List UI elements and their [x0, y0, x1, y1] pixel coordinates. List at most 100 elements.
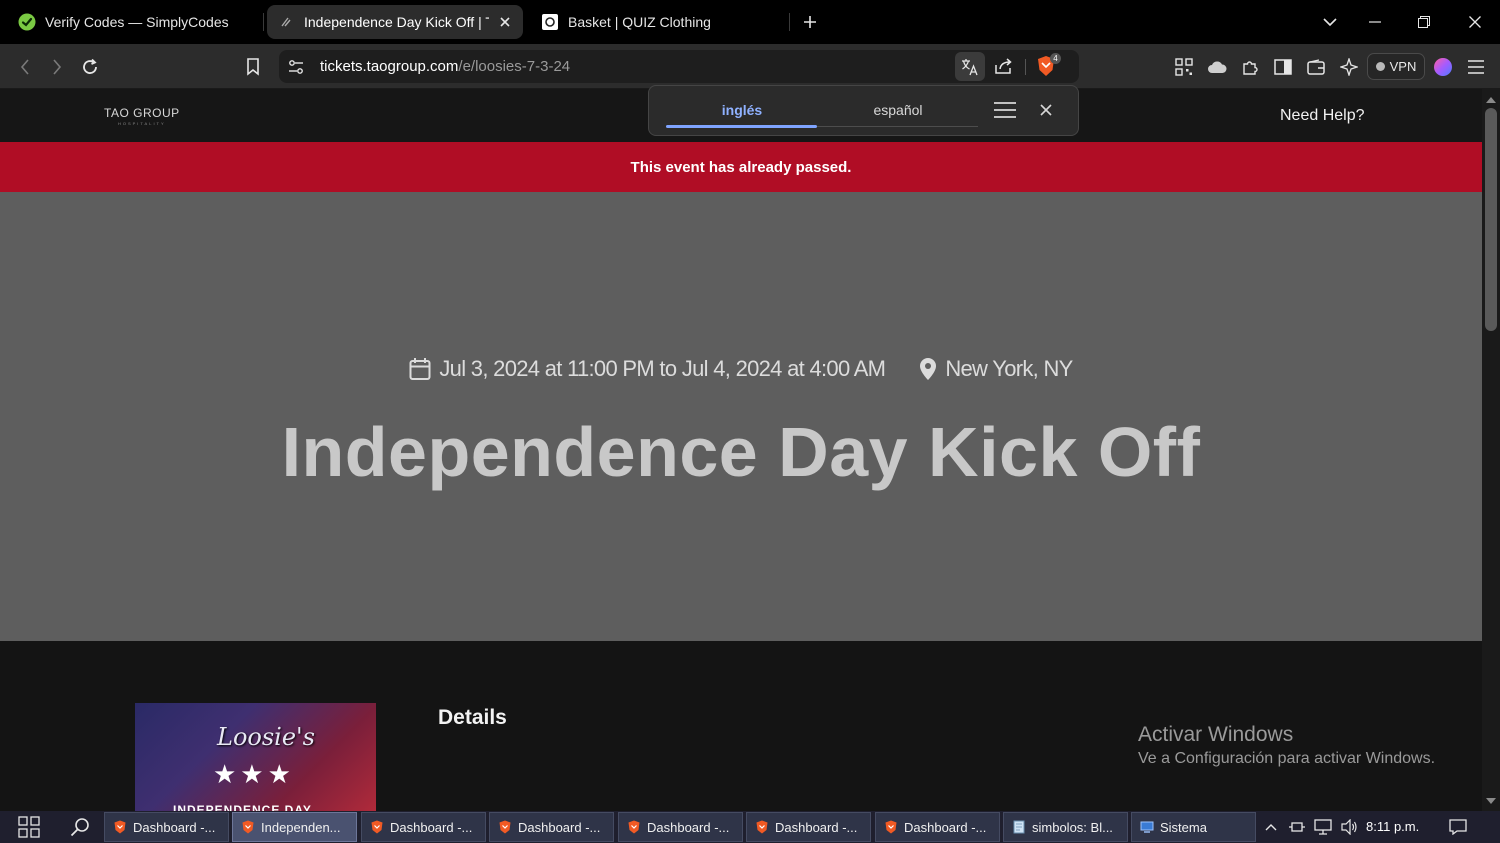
address-divider: [1025, 59, 1026, 75]
page-scrollbar[interactable]: [1482, 89, 1500, 811]
network-adapter-tray-button[interactable]: [1286, 811, 1308, 843]
translate-icon: [962, 58, 978, 75]
scrollbar-thumb[interactable]: [1485, 108, 1497, 331]
poster-script-text: Loosie's: [217, 723, 315, 751]
event-title: Independence Day Kick Off: [281, 413, 1201, 491]
scroll-down-arrow-icon[interactable]: [1486, 797, 1496, 805]
restore-button[interactable]: [1401, 0, 1447, 44]
qr-code-button[interactable]: [1169, 52, 1199, 82]
tab-divider: [263, 13, 264, 31]
banner-text: This event has already passed.: [630, 158, 852, 176]
task-view-button[interactable]: [9, 811, 49, 843]
need-help-link[interactable]: Need Help?: [1280, 107, 1365, 125]
tao-group-logo[interactable]: TAO GROUP HOSPITALITY: [104, 106, 180, 126]
minimize-icon: [1369, 21, 1381, 23]
event-hero: Jul 3, 2024 at 11:00 PM to Jul 4, 2024 a…: [0, 192, 1482, 641]
tab-close-icon[interactable]: [497, 14, 513, 30]
brave-icon: [755, 820, 769, 834]
new-tab-button[interactable]: [787, 0, 833, 44]
watermark-line-2: Ve a Configuración para activar Windows.: [1138, 750, 1436, 767]
share-icon[interactable]: [994, 57, 1014, 75]
calendar-icon: [409, 357, 431, 381]
minimize-button[interactable]: [1352, 0, 1398, 44]
event-location: New York, NY: [945, 356, 1073, 381]
brave-shields-button[interactable]: 4: [1035, 53, 1061, 79]
address-bar[interactable]: tickets.taogroup.com/e/loosies-7-3-24 4: [279, 50, 1079, 83]
taskbar-item[interactable]: Dashboard -...: [104, 812, 229, 842]
url-host: tickets.taogroup.com: [320, 58, 459, 75]
system-icon: [1140, 820, 1154, 834]
chevron-down-icon: [1323, 18, 1337, 27]
profile-button[interactable]: [1428, 52, 1458, 82]
sidebar-icon: [1274, 59, 1292, 75]
taskbar-clock[interactable]: 8:11 p.m.: [1366, 819, 1419, 834]
taskbar-item[interactable]: Independen...: [232, 812, 357, 842]
bookmark-button[interactable]: [238, 52, 268, 82]
taskbar-item[interactable]: Dashboard -...: [746, 812, 871, 842]
taskbar-item[interactable]: Sistema: [1131, 812, 1256, 842]
taskbar-item-label: Sistema: [1160, 819, 1207, 835]
bookmark-icon: [247, 58, 259, 76]
hamburger-menu-icon: [1468, 60, 1484, 74]
close-icon: [1469, 16, 1481, 28]
leo-ai-button[interactable]: [1334, 52, 1364, 82]
translate-language-spanish[interactable]: español: [823, 102, 973, 118]
vpn-button[interactable]: VPN: [1367, 53, 1425, 80]
close-window-button[interactable]: [1452, 0, 1498, 44]
sidebar-button[interactable]: [1268, 52, 1298, 82]
tab-quiz-clothing[interactable]: Basket | QUIZ Clothing: [531, 5, 781, 39]
notepad-icon: [1012, 820, 1026, 834]
brave-icon: [241, 820, 255, 834]
tab-simplycodes[interactable]: Verify Codes — SimplyCodes: [8, 5, 260, 39]
cloud-icon: [1208, 61, 1227, 73]
translate-page-button[interactable]: [955, 52, 985, 81]
speaker-icon: [1341, 819, 1357, 835]
puzzle-icon: [1243, 61, 1258, 75]
event-poster-image[interactable]: Loosie's ★★★ INDEPENDENCE DAY: [135, 703, 376, 811]
taskbar-item[interactable]: Dashboard -...: [361, 812, 486, 842]
taskbar-item-label: Dashboard -...: [390, 819, 473, 835]
arrow-left-icon: [20, 59, 29, 75]
wallet-button[interactable]: [1301, 52, 1331, 82]
forward-button[interactable]: [42, 52, 72, 82]
tab-search-button[interactable]: [1307, 0, 1353, 44]
browser-tab-strip: Verify Codes — SimplyCodes Independence …: [0, 0, 1500, 44]
reload-button[interactable]: [75, 52, 105, 82]
logo-subtext: HOSPITALITY: [117, 121, 166, 126]
scroll-up-arrow-icon[interactable]: [1486, 95, 1496, 103]
wallet-icon: [1307, 59, 1325, 75]
main-menu-button[interactable]: [1461, 52, 1491, 82]
taskbar-item-label: Dashboard -...: [775, 819, 858, 835]
translate-popup: inglés español: [648, 85, 1079, 136]
vpn-status-icon: [1375, 62, 1385, 71]
brave-icon: [627, 820, 641, 834]
cloud-extension-button[interactable]: [1202, 52, 1232, 82]
brave-icon: [370, 820, 384, 834]
tab-title: Basket | QUIZ Clothing: [568, 14, 711, 30]
taskbar-item[interactable]: simbolos: Bl...: [1003, 812, 1128, 842]
taskbar-item-label: Dashboard -...: [647, 819, 730, 835]
volume-tray-button[interactable]: [1338, 811, 1360, 843]
url-text: tickets.taogroup.com/e/loosies-7-3-24: [320, 58, 570, 75]
taskbar-search-button[interactable]: [60, 811, 100, 843]
site-settings-icon[interactable]: [287, 58, 305, 76]
extensions-button[interactable]: [1235, 52, 1265, 82]
taskbar-item[interactable]: Dashboard -...: [489, 812, 614, 842]
network-tray-button[interactable]: [1312, 811, 1334, 843]
poster-bottom-text: INDEPENDENCE DAY: [173, 803, 312, 811]
taskbar-item[interactable]: Dashboard -...: [618, 812, 743, 842]
action-center-button[interactable]: [1446, 811, 1470, 843]
taskbar-item[interactable]: Dashboard -...: [875, 812, 1000, 842]
translate-options-menu-icon[interactable]: [993, 101, 1017, 119]
show-hidden-icons-button[interactable]: [1262, 811, 1280, 843]
translate-close-icon[interactable]: [1040, 104, 1052, 116]
back-button[interactable]: [10, 52, 40, 82]
windows-taskbar: Dashboard -... Independen... Dashboard -…: [0, 811, 1500, 843]
tab-independence-day[interactable]: Independence Day Kick Off | Tao: [267, 5, 523, 39]
url-path: /e/loosies-7-3-24: [458, 58, 571, 75]
taskbar-item-label: Dashboard -...: [518, 819, 601, 835]
watermark-line-1: Activar Windows: [1138, 723, 1294, 746]
event-datetime: Jul 3, 2024 at 11:00 PM to Jul 4, 2024 a…: [439, 356, 886, 381]
brave-icon: [884, 820, 898, 834]
translate-language-english[interactable]: inglés: [667, 102, 817, 118]
